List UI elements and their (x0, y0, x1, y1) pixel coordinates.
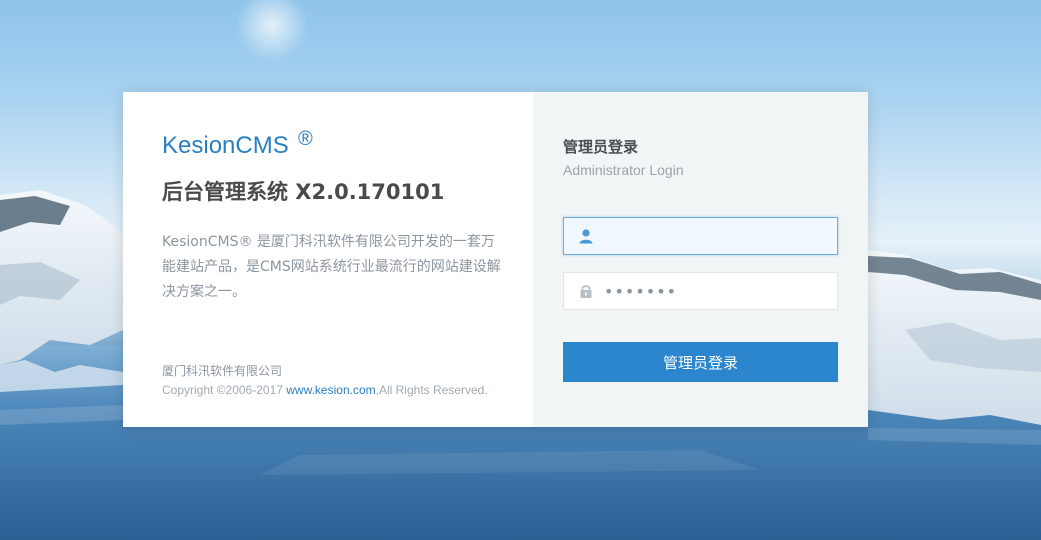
brand-logo: KesionCMS (162, 132, 289, 159)
site-link[interactable]: www.kesion.com (286, 383, 375, 397)
login-panel: 管理员登录 Administrator Login 管理员登录 (533, 92, 868, 427)
username-field[interactable] (563, 217, 838, 255)
system-title: 后台管理系统 X2.0.170101 (162, 180, 445, 204)
product-description: KesionCMS® 是厦门科汛软件有限公司开发的一套万能建站产品，是CMS网站… (162, 234, 501, 300)
password-input[interactable] (604, 273, 832, 309)
copyright: Copyright ©2006-2017 www.kesion.com,All … (162, 383, 488, 397)
copyright-suffix: ,All Rights Reserved. (375, 383, 488, 397)
login-subtitle: Administrator Login (563, 162, 684, 178)
copyright-prefix: Copyright ©2006-2017 (162, 383, 287, 397)
registered-mark: ® (298, 128, 313, 150)
lock-icon (580, 285, 592, 298)
username-input[interactable] (604, 218, 832, 254)
company-name: 厦门科汛软件有限公司 (162, 364, 283, 378)
login-title: 管理员登录 (563, 138, 639, 156)
password-field[interactable] (563, 272, 838, 310)
user-icon (579, 229, 593, 244)
admin-login-button[interactable]: 管理员登录 (563, 342, 838, 382)
info-panel: KesionCMS ® 后台管理系统 X2.0.170101 KesionCMS… (123, 92, 533, 427)
login-card: KesionCMS ® 后台管理系统 X2.0.170101 KesionCMS… (123, 92, 868, 427)
